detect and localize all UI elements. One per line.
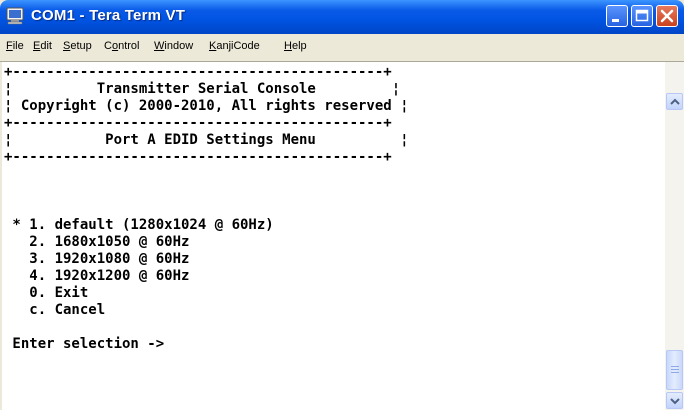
menu-option-default: * 1. default (1280x1024 @ 60Hz) — [4, 217, 274, 233]
terminal-line: +---------------------------------------… — [4, 64, 392, 80]
chevron-down-icon — [670, 398, 680, 405]
minimize-button[interactable] — [606, 5, 628, 27]
terminal-line: ¦ Transmitter Serial Console ¦ — [4, 81, 401, 97]
terminal-line: ¦ Port A EDID Settings Menu ¦ — [4, 132, 409, 148]
scrollbar-track-top — [665, 62, 684, 88]
selection-prompt: Enter selection -> — [4, 336, 165, 352]
maximize-button[interactable] — [631, 5, 653, 27]
minimize-icon — [612, 19, 619, 22]
grip-line — [671, 366, 679, 367]
grip-line — [671, 372, 679, 373]
menu-help[interactable]: Help — [284, 40, 307, 52]
menu-option-exit: 0. Exit — [4, 285, 89, 301]
scroll-up-button[interactable] — [666, 93, 683, 110]
terminal-line: ¦ Copyright (c) 2000-2010, All rights re… — [4, 98, 409, 114]
scroll-down-button[interactable] — [666, 392, 683, 409]
terminal-line: +---------------------------------------… — [4, 149, 392, 165]
scrollbar-thumb[interactable] — [666, 350, 683, 390]
menu-option-cancel: c. Cancel — [4, 302, 106, 318]
menu-file[interactable]: File — [6, 40, 24, 52]
close-button[interactable] — [656, 5, 678, 27]
maximize-icon — [635, 9, 649, 22]
menu-option-1680: 2. 1680x1050 @ 60Hz — [4, 234, 190, 250]
grip-line — [671, 369, 679, 370]
window-title: COM1 - Tera Term VT — [31, 7, 186, 24]
teraterm-window: COM1 - Tera Term VT File Edit Setup Cont… — [0, 0, 684, 410]
title-bar[interactable]: COM1 - Tera Term VT — [0, 0, 684, 34]
chevron-up-icon — [670, 98, 680, 105]
menu-window[interactable]: Window — [154, 40, 193, 52]
menu-bar: File Edit Setup Control Window KanjiCode… — [0, 34, 684, 61]
menu-control[interactable]: Control — [104, 40, 139, 52]
menu-setup[interactable]: Setup — [63, 40, 92, 52]
teraterm-app-icon[interactable] — [6, 7, 26, 25]
terminal-line: +---------------------------------------… — [4, 115, 392, 131]
menu-edit[interactable]: Edit — [33, 40, 52, 52]
close-icon — [660, 9, 674, 23]
menu-kanjicode[interactable]: KanjiCode — [209, 40, 260, 52]
menu-option-1920x1200: 4. 1920x1200 @ 60Hz — [4, 268, 190, 284]
menu-option-1920x1080: 3. 1920x1080 @ 60Hz — [4, 251, 190, 267]
